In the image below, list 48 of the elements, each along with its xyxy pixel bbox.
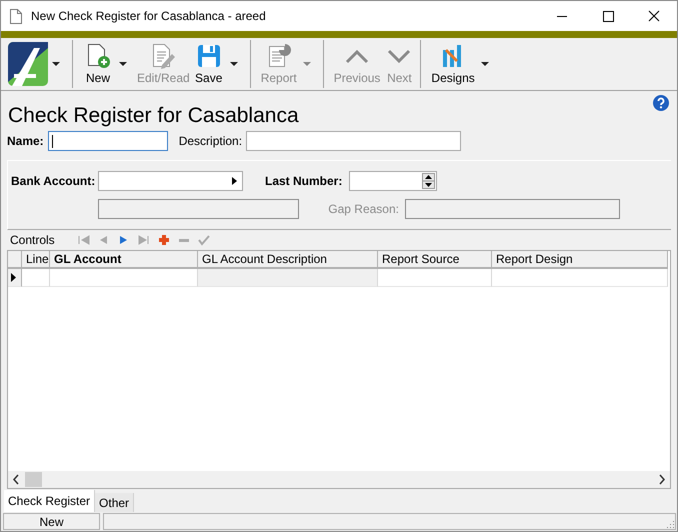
column-header[interactable]: GL Account (50, 251, 198, 269)
column-header[interactable]: Line (22, 251, 50, 269)
table-cell[interactable] (492, 269, 668, 287)
dropdown-caret-icon[interactable] (119, 62, 127, 66)
window-title: New Check Register for Casablanca - areed (31, 9, 267, 23)
tab[interactable]: Check Register (4, 490, 96, 512)
table-cell[interactable] (22, 269, 50, 287)
resize-grip-icon[interactable] (666, 520, 675, 529)
dropdown-caret-icon[interactable] (480, 62, 489, 66)
number-spin-field[interactable] (349, 171, 437, 191)
dropdown-caret-icon[interactable] (230, 62, 238, 66)
add-icon[interactable] (156, 234, 171, 246)
table-cell[interactable] (198, 269, 378, 287)
bank-account-field[interactable] (98, 171, 243, 191)
table-cell[interactable] (50, 269, 198, 287)
row-header-cell[interactable] (8, 269, 22, 287)
current-row-icon (11, 273, 16, 282)
status-panel: New (3, 513, 100, 530)
field-label: Name: (7, 134, 44, 148)
document-icon (10, 8, 22, 24)
tab[interactable]: Other (95, 493, 134, 512)
description-field[interactable] (246, 131, 462, 151)
horizontal-scrollbar[interactable] (8, 471, 670, 488)
toolbar-button[interactable]: Save (192, 43, 226, 85)
new-document-icon (85, 43, 111, 69)
column-header[interactable]: Report Design (492, 251, 668, 269)
field-label: Bank Account: (11, 174, 96, 188)
field-label: Gap Reason: (327, 202, 400, 216)
form-heading: Check Register for Casablanca (8, 104, 299, 128)
save-icon (196, 43, 222, 69)
column-header[interactable]: Report Source (378, 251, 492, 269)
spin-buttons-icon[interactable] (422, 173, 435, 189)
arrow-right-icon (232, 177, 237, 185)
name-field[interactable] (48, 131, 168, 151)
logo-icon (8, 42, 48, 86)
section-label: Controls (10, 233, 55, 247)
toolbar-button[interactable]: Designs (429, 43, 477, 85)
help-icon[interactable] (653, 95, 669, 111)
dropdown-caret-icon[interactable] (52, 62, 60, 66)
field-label: Description: (178, 134, 242, 148)
scroll-thumb[interactable] (25, 472, 42, 487)
table-cell[interactable] (378, 269, 492, 287)
gap-reason-field[interactable] (405, 199, 620, 219)
column-header[interactable]: GL Account Description (198, 251, 378, 269)
edit-document-icon (150, 43, 176, 69)
field-label: Last Number: (265, 174, 344, 188)
logo-button[interactable] (8, 42, 48, 86)
toolbar-button[interactable]: New (81, 43, 115, 85)
